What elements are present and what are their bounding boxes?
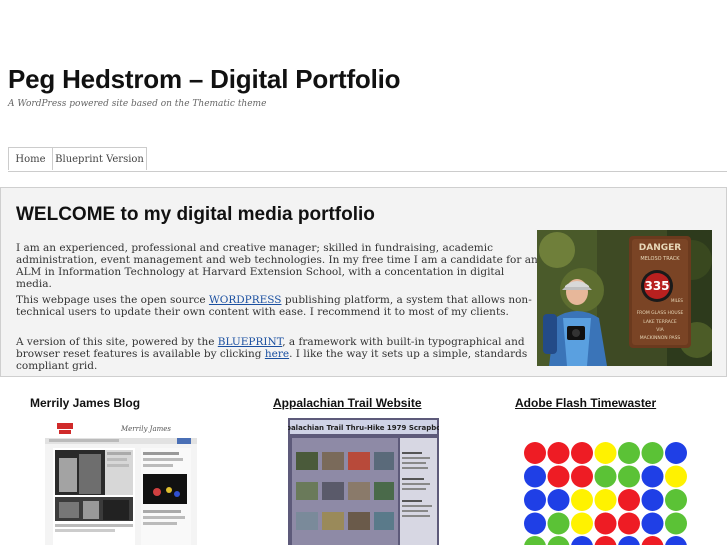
merrily-james-blog-thumbnail[interactable]: Merrily James — [45, 418, 197, 545]
game-dot — [618, 512, 640, 535]
blueprint-link[interactable]: BLUEPRINT — [218, 336, 282, 348]
game-dot — [641, 489, 664, 511]
sign-line-1: DANGER — [639, 243, 682, 253]
wordpress-link[interactable]: WORDPRESS — [209, 294, 282, 306]
wordpress-paragraph: This webpage uses the open source WORDPR… — [16, 294, 541, 318]
blueprint-paragraph: A version of this site, powered by the B… — [16, 336, 541, 372]
game-dot — [547, 442, 570, 464]
game-dot — [524, 465, 546, 488]
column-title-appalachian-trail[interactable]: Appalachian Trail Website — [273, 396, 422, 410]
game-dot — [641, 536, 664, 545]
game-dot — [547, 536, 570, 545]
blog-name: Merrily James — [120, 425, 171, 433]
game-dot — [665, 536, 687, 545]
game-dot — [524, 442, 546, 464]
column-title-merrily-james-blog[interactable]: Merrily James Blog — [30, 396, 140, 410]
sign-unit: MILES — [671, 298, 683, 303]
nav-tab-home[interactable]: Home — [8, 147, 53, 170]
trail-scrapbook-illustration: Appalachian Trail Thru-Hike 1979 Scrapbo… — [288, 418, 439, 545]
sign-number: 335 — [644, 279, 669, 293]
game-dot — [594, 489, 617, 511]
portfolio-photo: DANGER MELOSO TRACK 335 MILES FROM GLASS… — [537, 230, 712, 366]
game-dot — [524, 536, 546, 545]
game-dot — [641, 442, 664, 464]
appalachian-trail-thumbnail[interactable]: Appalachian Trail Thru-Hike 1979 Scrapbo… — [288, 418, 439, 545]
nav-tab-blueprint-version[interactable]: Blueprint Version — [52, 147, 147, 170]
sign-line-4: LAKE TERRACE — [643, 319, 677, 325]
game-dot — [571, 536, 593, 545]
game-dot — [665, 489, 687, 511]
site-description: A WordPress powered site based on the Th… — [8, 99, 267, 109]
column-title-adobe-flash-timewaster[interactable]: Adobe Flash Timewaster — [515, 396, 656, 410]
game-dot — [665, 465, 687, 488]
game-dot — [571, 489, 593, 511]
welcome-heading: WELCOME to my digital media portfolio — [16, 204, 375, 225]
blog-screenshot-illustration: Merrily James — [45, 418, 197, 545]
game-dot — [524, 512, 546, 535]
game-dot — [618, 465, 640, 488]
flash-timewaster-thumbnail[interactable] — [519, 418, 693, 545]
game-dot — [618, 442, 640, 464]
site-title[interactable]: Peg Hedstrom – Digital Portfolio — [8, 64, 401, 95]
hiker-photo-illustration: DANGER MELOSO TRACK 335 MILES FROM GLASS… — [537, 230, 712, 366]
sign-line-5: VIA — [656, 327, 664, 333]
game-dot — [641, 465, 664, 488]
game-dot — [547, 465, 570, 488]
here-link[interactable]: here — [265, 348, 289, 360]
text: A version of this site, powered by the — [16, 336, 218, 348]
welcome-panel: WELCOME to my digital media portfolio I … — [0, 187, 727, 377]
game-dot — [571, 465, 593, 488]
game-dot — [524, 489, 546, 511]
game-dot — [618, 489, 640, 511]
game-dot — [594, 442, 617, 464]
game-dot — [665, 442, 687, 464]
sign-line-2: MELOSO TRACK — [640, 256, 680, 262]
game-dot — [571, 512, 593, 535]
game-dot — [641, 512, 664, 535]
text: This webpage uses the open source — [16, 294, 209, 306]
game-dot — [594, 465, 617, 488]
game-dot — [618, 536, 640, 545]
main-nav: Home Blueprint Version — [8, 147, 727, 172]
game-dot — [594, 536, 617, 545]
trail-site-banner: Appalachian Trail Thru-Hike 1979 Scrapbo… — [288, 424, 439, 432]
game-dot — [547, 512, 570, 535]
game-dot — [571, 442, 593, 464]
intro-paragraph: I am an experienced, professional and cr… — [16, 242, 538, 290]
game-dot — [665, 512, 687, 535]
colored-dots-grid — [524, 442, 687, 545]
sign-line-3: FROM GLASS HOUSE — [637, 310, 684, 316]
game-dot — [594, 512, 617, 535]
game-dot — [547, 489, 570, 511]
sign-line-6: MACKINNON PASS — [640, 335, 681, 341]
